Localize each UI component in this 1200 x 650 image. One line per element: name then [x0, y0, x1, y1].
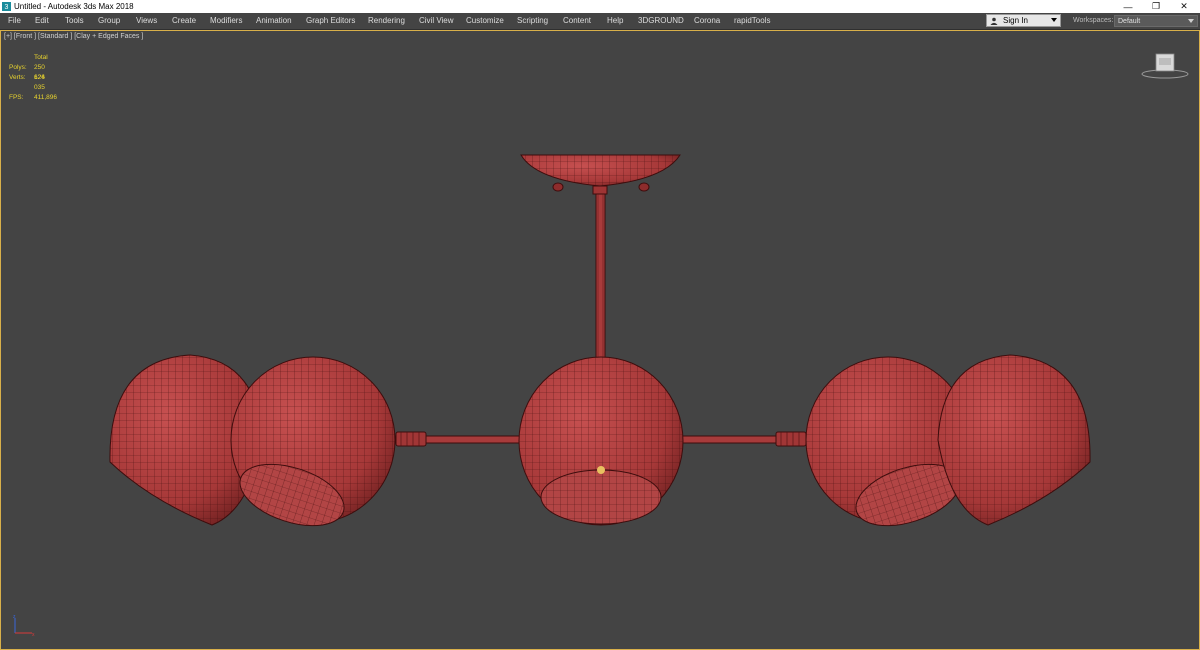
viewport-label-menu[interactable]: [+] [Front ] [Standard ] [Clay + Edged F… [4, 33, 143, 40]
viewcube-icon[interactable] [1140, 52, 1190, 80]
verts-label: Verts: [9, 74, 26, 81]
svg-text:z: z [13, 614, 16, 620]
shade-center [518, 356, 684, 526]
app-window: 3 Untitled - Autodesk 3ds Max 2018 — ❐ ✕… [0, 0, 1200, 650]
shade-far-right [937, 354, 1091, 526]
axis-tripod-icon: z x [13, 614, 35, 638]
fps-value: 411,896 [34, 94, 58, 101]
svg-text:x: x [32, 632, 35, 638]
polys-label: Polys: [9, 64, 27, 71]
center-stem [595, 193, 606, 365]
ceiling-canopy [520, 154, 681, 195]
stats-total-label: Total [34, 54, 48, 61]
verts-value: 126 035 [34, 74, 45, 91]
shade-left [230, 356, 396, 527]
chandelier-model[interactable] [0, 0, 1200, 650]
fps-label: FPS: [9, 94, 24, 101]
